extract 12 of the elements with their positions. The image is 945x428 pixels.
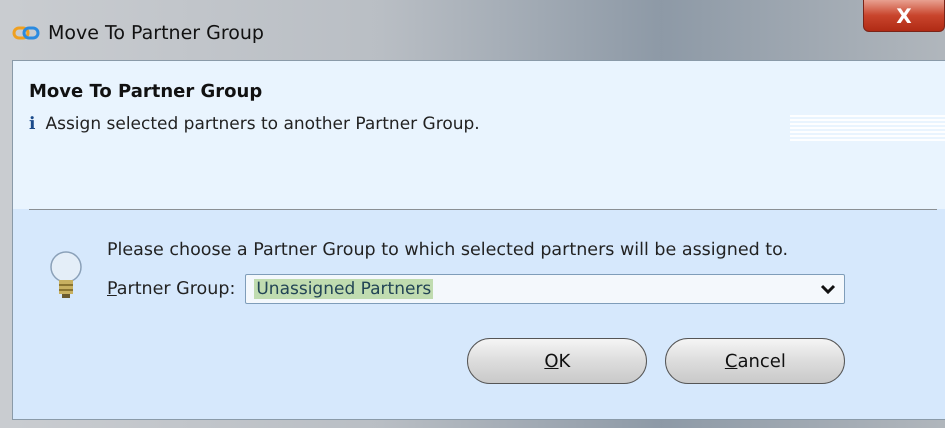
field-label: Partner Group: [107, 279, 236, 299]
prompt-text: Please choose a Partner Group to which selected partners will be assigned to. [107, 240, 790, 260]
chevron-down-icon [820, 284, 836, 294]
window-title: Move To Partner Group [48, 22, 264, 44]
info-icon: i [29, 114, 36, 134]
partner-group-dropdown[interactable]: Unassigned Partners [245, 274, 846, 304]
ok-button[interactable]: OK [467, 338, 648, 384]
chain-link-icon [12, 25, 40, 41]
dialog-description: Assign selected partners to another Partner Group. [45, 114, 480, 134]
close-button[interactable]: X [863, 0, 945, 32]
cancel-button[interactable]: Cancel [665, 338, 846, 384]
dialog-title: Move To Partner Group [29, 81, 264, 102]
